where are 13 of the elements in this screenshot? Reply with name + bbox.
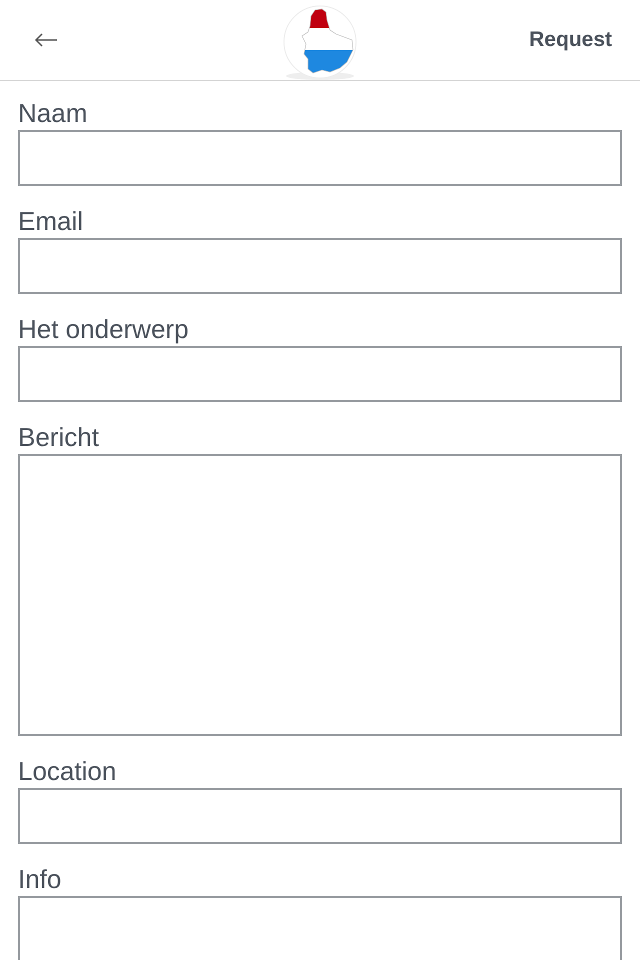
request-button[interactable]: Request	[529, 24, 612, 56]
field-label: Bericht	[18, 422, 99, 452]
field-label: Location	[18, 756, 116, 786]
input-field[interactable]	[18, 346, 622, 402]
field-label: Naam	[18, 98, 88, 128]
field-label: Email	[18, 206, 84, 236]
input-field[interactable]	[18, 130, 622, 186]
text-area[interactable]	[18, 454, 622, 736]
field-label: Het onderwerp	[18, 314, 189, 344]
back-arrow-icon	[34, 33, 58, 47]
input-field[interactable]	[18, 788, 622, 844]
field-label: Info	[18, 864, 62, 894]
input-field[interactable]	[18, 238, 622, 294]
